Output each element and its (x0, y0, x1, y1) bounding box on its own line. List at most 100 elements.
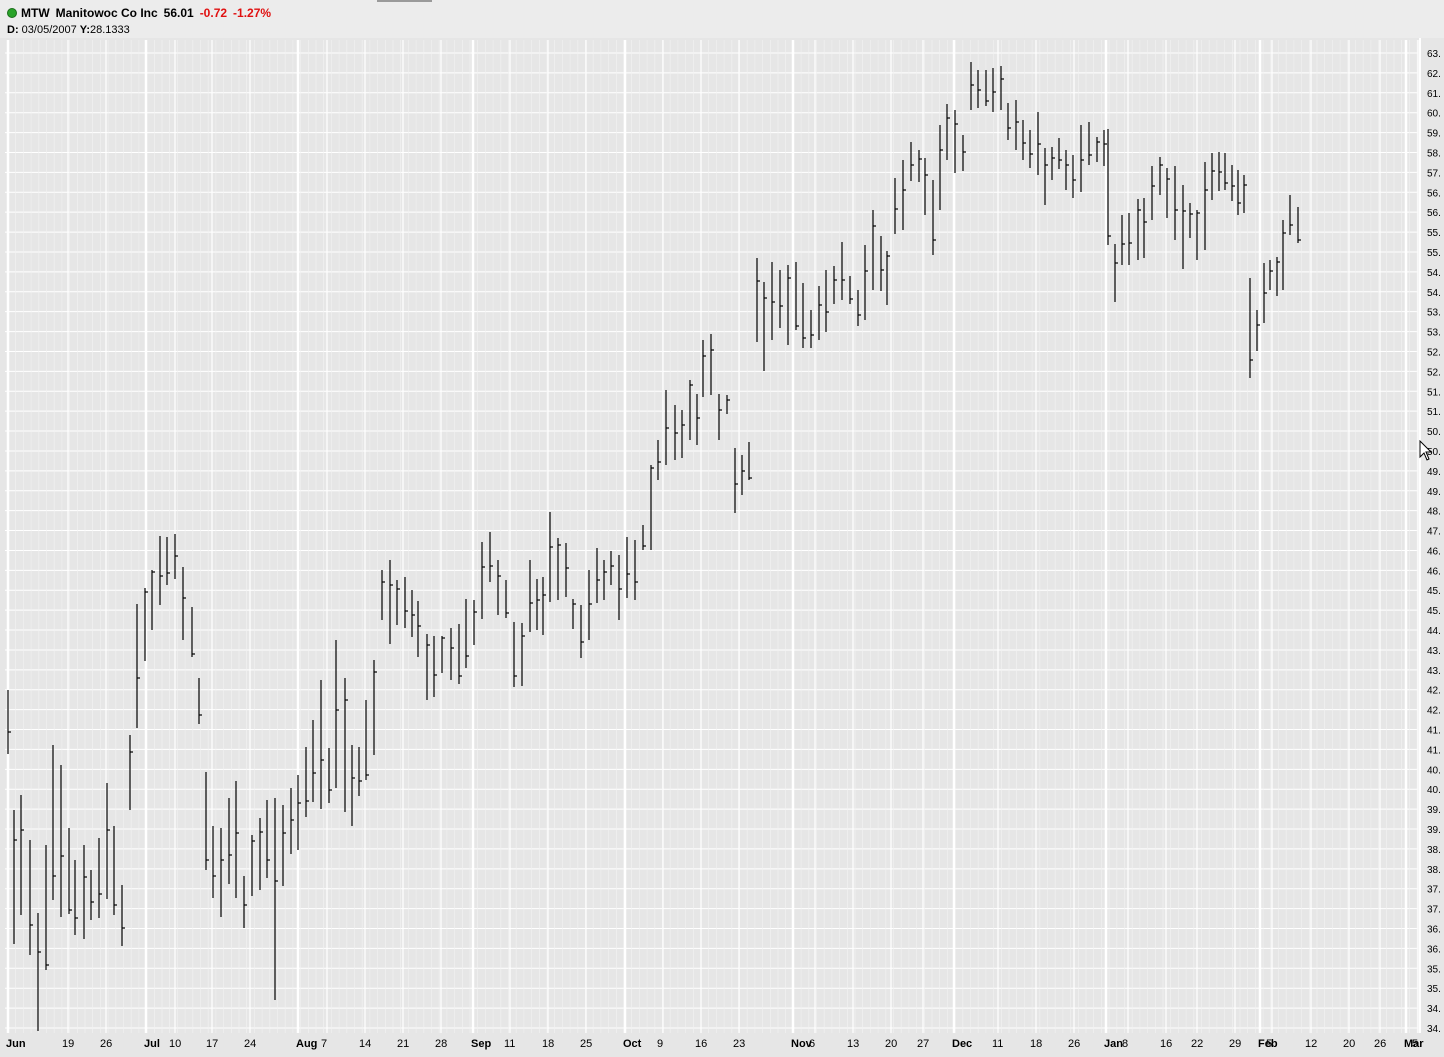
y-tick-label: 36. (1427, 925, 1441, 936)
x-tick-label: Oct (623, 1038, 642, 1050)
y-tick-label: 41. (1427, 726, 1441, 737)
cursor-readout: D: 03/05/2007 Y:28.1333 (7, 24, 130, 36)
y-tick-label: 35. (1427, 984, 1441, 995)
y-tick-label: 45. (1427, 586, 1441, 597)
y-tick-label: 56. (1427, 188, 1441, 199)
y-tick-label: 38. (1427, 845, 1441, 856)
y-tick-label: 49. (1427, 467, 1441, 478)
y-tick-label: 37. (1427, 905, 1441, 916)
x-tick-label: 26 (1068, 1038, 1080, 1050)
y-tick-label: 37. (1427, 885, 1441, 896)
x-tick-label: 20 (885, 1038, 897, 1050)
y-tick-label: 51. (1427, 407, 1441, 418)
cursor-y-label: Y: (79, 24, 90, 36)
y-tick-label: 63. (1427, 49, 1441, 60)
y-tick-label: 58. (1427, 148, 1441, 159)
x-tick-label: 24 (244, 1038, 256, 1050)
x-tick-label: Jan (1104, 1038, 1123, 1050)
x-tick-label: 26 (100, 1038, 112, 1050)
x-tick-label: 10 (169, 1038, 181, 1050)
x-tick-label: 9 (657, 1038, 663, 1050)
y-tick-label: 57. (1427, 168, 1441, 179)
x-tick-label: Jun (6, 1038, 26, 1050)
x-tick-label: 11 (504, 1038, 515, 1050)
cursor-date: 03/05/2007 (21, 24, 77, 36)
x-tick-label: 6 (809, 1038, 815, 1050)
mouse-pointer-icon (1419, 440, 1433, 461)
plot-area (5, 40, 1418, 1033)
y-tick-label: 40. (1427, 785, 1441, 796)
y-tick-label: 49. (1427, 487, 1441, 498)
y-tick-label: 59. (1427, 129, 1441, 140)
y-tick-label: 39. (1427, 825, 1441, 836)
status-circle-icon (7, 8, 17, 18)
x-axis: Jun 19 26 Jul 10 17 24 Aug 7 14 21 28 Sep 11 18 25 Oct 9 1… (6, 1038, 1424, 1050)
x-tick-label: 28 (435, 1038, 447, 1050)
x-tick-label: Sep (471, 1038, 491, 1050)
x-tick-label: 14 (359, 1038, 371, 1050)
chart-grid (5, 40, 1419, 1033)
price-change: -0.72 (199, 6, 228, 20)
x-tick-label: 23 (733, 1038, 745, 1050)
y-tick-label: 46. (1427, 546, 1441, 557)
tab-indicator (377, 0, 432, 2)
y-tick-label: 36. (1427, 944, 1441, 955)
ohlc-chart[interactable]: 63. 62. 61. 60. 59. 58. 57. 56. 56. 55. 55. 54. 54. 5… (0, 38, 1444, 1057)
x-tick-label: 7 (321, 1038, 327, 1050)
price-change-pct: -1.27% (233, 6, 272, 20)
y-tick-label: 43. (1427, 646, 1441, 657)
y-tick-label: 47. (1427, 527, 1441, 538)
x-tick-label: Dec (952, 1038, 972, 1050)
y-tick-label: 39. (1427, 805, 1441, 816)
x-tick-label: 19 (62, 1038, 74, 1050)
x-tick-label: 18 (542, 1038, 554, 1050)
y-tick-label: 45. (1427, 606, 1441, 617)
y-tick-label: 40. (1427, 765, 1441, 776)
y-tick-label: 44. (1427, 626, 1441, 637)
y-tick-label: 56. (1427, 208, 1441, 219)
y-tick-label: 60. (1427, 109, 1441, 120)
x-tick-label: 25 (580, 1038, 592, 1050)
x-tick-label: 5 (1266, 1038, 1272, 1050)
x-tick-label: 16 (695, 1038, 707, 1050)
x-tick-label: 22 (1191, 1038, 1203, 1050)
y-tick-label: 51. (1427, 387, 1441, 398)
x-tick-label: 29 (1229, 1038, 1241, 1050)
y-tick-label: 42. (1427, 706, 1441, 717)
cursor-y-value: 28.1333 (89, 24, 130, 36)
ticker-symbol: MTW (21, 6, 50, 20)
y-tick-label: 52. (1427, 367, 1441, 378)
x-tick-label: 27 (917, 1038, 929, 1050)
x-tick-label: 18 (1030, 1038, 1042, 1050)
y-tick-label: 53. (1427, 308, 1441, 319)
x-tick-label: 26 (1374, 1038, 1386, 1050)
x-tick-label: 20 (1343, 1038, 1355, 1050)
y-tick-label: 34. (1427, 1004, 1441, 1015)
quote-line: MTW Manitowoc Co Inc 56.01 -0.72 -1.27% (7, 6, 277, 20)
y-tick-label: 62. (1427, 69, 1441, 80)
cursor-date-label: D: (7, 24, 19, 36)
y-tick-label: 34. (1427, 1024, 1441, 1035)
y-tick-label: 55. (1427, 248, 1441, 259)
y-tick-label: 55. (1427, 228, 1441, 239)
x-tick-label: 21 (397, 1038, 409, 1050)
y-tick-label: 53. (1427, 328, 1441, 339)
x-tick-label: Jul (144, 1038, 160, 1050)
company-name: Manitowoc Co Inc (55, 6, 158, 20)
x-tick-label: 16 (1160, 1038, 1172, 1050)
x-tick-label: 17 (206, 1038, 218, 1050)
x-tick-label: 12 (1305, 1038, 1317, 1050)
y-tick-label: 54. (1427, 268, 1441, 279)
y-axis: 63. 62. 61. 60. 59. 58. 57. 56. 56. 55. 55. 54. 54. 5… (1419, 38, 1441, 1035)
y-tick-label: 50. (1427, 427, 1441, 438)
y-tick-label: 35. (1427, 964, 1441, 975)
y-tick-label: 38. (1427, 865, 1441, 876)
y-tick-label: 42. (1427, 686, 1441, 697)
y-tick-label: 52. (1427, 347, 1441, 358)
x-tick-label: 8 (1122, 1038, 1128, 1050)
last-price: 56.01 (163, 6, 194, 20)
y-tick-label: 43. (1427, 666, 1441, 677)
x-tick-label: Aug (296, 1038, 317, 1050)
x-tick-label: 13 (847, 1038, 859, 1050)
y-tick-label: 46. (1427, 566, 1441, 577)
